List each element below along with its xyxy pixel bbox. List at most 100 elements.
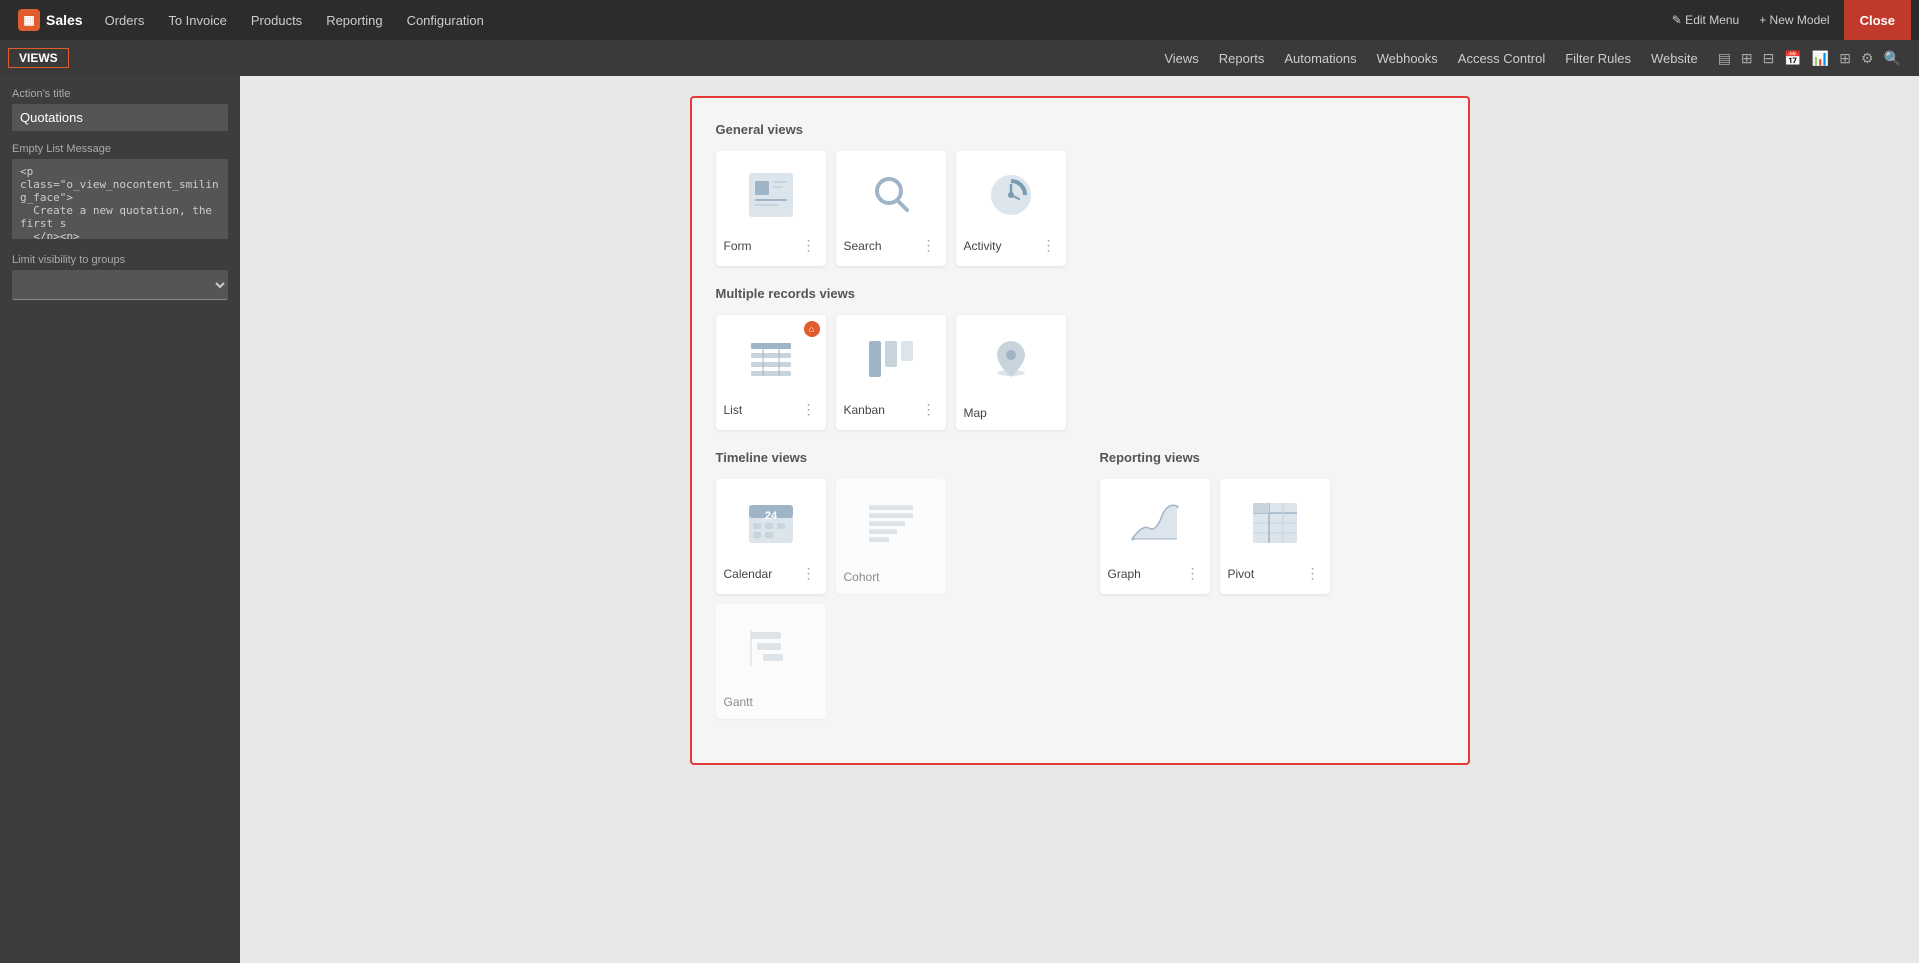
view-grid-icon[interactable]: ⊞ [1737, 46, 1757, 71]
chart-icon[interactable]: 📊 [1808, 46, 1833, 71]
view-card-kanban[interactable]: Kanban ⋮ [836, 315, 946, 430]
new-model-button[interactable]: + New Model [1749, 0, 1839, 40]
general-views-grid: Form ⋮ Search ⋮ [716, 151, 1444, 266]
timeline-views-title: Timeline views [716, 450, 1060, 465]
top-bar-right: ✎ Edit Menu + New Model Close [1662, 0, 1911, 40]
table-icon[interactable]: ⊞ [1835, 46, 1855, 71]
view-list-icon[interactable]: ▤ [1714, 46, 1735, 71]
limit-label: Limit visibility to groups [12, 254, 228, 266]
reporting-views-grid: Graph ⋮ [1100, 479, 1444, 594]
action-title-label: Action's title [12, 88, 228, 100]
multiple-records-title: Multiple records views [716, 286, 1444, 301]
gantt-view-icon [741, 618, 801, 678]
calendar-menu-icon[interactable]: ⋮ [800, 563, 818, 584]
nav-products[interactable]: Products [239, 0, 314, 40]
view-card-graph[interactable]: Graph ⋮ [1100, 479, 1210, 594]
view-tree-icon[interactable]: ⊟ [1759, 46, 1779, 71]
general-views-title: General views [716, 122, 1444, 137]
form-menu-icon[interactable]: ⋮ [800, 235, 818, 256]
home-badge: ⌂ [804, 321, 820, 337]
view-card-pivot[interactable]: Pivot ⋮ [1220, 479, 1330, 594]
search-card-footer: Search ⋮ [844, 235, 938, 256]
list-menu-icon[interactable]: ⋮ [800, 399, 818, 420]
nav-to-invoice[interactable]: To Invoice [156, 0, 239, 40]
view-card-search[interactable]: Search ⋮ [836, 151, 946, 266]
sub-nav-icons: ▤ ⊞ ⊟ 📅 📊 ⊞ ⚙ 🔍 [1708, 46, 1911, 71]
subnav-webhooks[interactable]: Webhooks [1367, 40, 1448, 76]
kanban-menu-icon[interactable]: ⋮ [920, 399, 938, 420]
kanban-label: Kanban [844, 403, 885, 417]
settings-icon[interactable]: ⚙ [1857, 46, 1878, 71]
svg-text:24: 24 [764, 510, 777, 522]
subnav-reports[interactable]: Reports [1209, 40, 1275, 76]
pivot-card-footer: Pivot ⋮ [1228, 563, 1322, 584]
empty-list-textarea[interactable]: <p class="o_view_nocontent_smiling_face"… [12, 159, 228, 239]
kanban-card-footer: Kanban ⋮ [844, 399, 938, 420]
map-view-icon [981, 329, 1041, 389]
cohort-card-footer: Cohort [844, 570, 938, 584]
pivot-menu-icon[interactable]: ⋮ [1304, 563, 1322, 584]
pivot-label: Pivot [1228, 567, 1255, 581]
views-badge[interactable]: VIEWS [8, 48, 69, 68]
view-card-map[interactable]: Map [956, 315, 1066, 430]
edit-menu-button[interactable]: ✎ Edit Menu [1662, 0, 1749, 40]
subnav-views[interactable]: Views [1154, 40, 1208, 76]
graph-view-icon [1125, 493, 1185, 553]
list-label: List [724, 403, 743, 417]
view-card-activity[interactable]: Activity ⋮ [956, 151, 1066, 266]
top-bar: ▦ Sales Orders To Invoice Products Repor… [0, 0, 1919, 40]
search-menu-icon[interactable]: ⋮ [920, 235, 938, 256]
kanban-view-icon [861, 329, 921, 389]
calendar-card-footer: Calendar ⋮ [724, 563, 818, 584]
list-view-icon [741, 329, 801, 389]
subnav-website[interactable]: Website [1641, 40, 1708, 76]
subnav-filter-rules[interactable]: Filter Rules [1555, 40, 1641, 76]
search-label: Search [844, 239, 882, 253]
activity-card-footer: Activity ⋮ [964, 235, 1058, 256]
sidebar: Action's title Empty List Message <p cla… [0, 76, 240, 963]
graph-card-footer: Graph ⋮ [1108, 563, 1202, 584]
nav-orders[interactable]: Orders [93, 0, 157, 40]
app-name: Sales [46, 12, 83, 28]
action-title-input[interactable] [12, 104, 228, 131]
cohort-view-icon [861, 493, 921, 553]
activity-label: Activity [964, 239, 1002, 253]
limit-select[interactable] [12, 270, 228, 300]
graph-label: Graph [1108, 567, 1141, 581]
form-view-icon [741, 165, 801, 225]
form-card-footer: Form ⋮ [724, 235, 818, 256]
calendar-label: Calendar [724, 567, 773, 581]
cohort-label: Cohort [844, 570, 880, 584]
list-card-footer: List ⋮ [724, 399, 818, 420]
search-icon[interactable]: 🔍 [1880, 46, 1905, 71]
nav-configuration[interactable]: Configuration [395, 0, 496, 40]
map-card-footer: Map [964, 406, 1058, 420]
view-card-form[interactable]: Form ⋮ [716, 151, 826, 266]
reporting-views-title: Reporting views [1100, 450, 1444, 465]
multiple-views-grid: ⌂ List ⋮ [716, 315, 1444, 430]
logo-icon: ▦ [18, 9, 40, 31]
activity-view-icon [981, 165, 1041, 225]
pivot-view-icon [1245, 493, 1305, 553]
graph-menu-icon[interactable]: ⋮ [1184, 563, 1202, 584]
gantt-card-footer: Gantt [724, 695, 818, 709]
subnav-access-control[interactable]: Access Control [1448, 40, 1555, 76]
view-card-cohort: Cohort [836, 479, 946, 594]
timeline-views-grid: 24 Calendar ⋮ [716, 479, 1060, 719]
activity-menu-icon[interactable]: ⋮ [1040, 235, 1058, 256]
view-card-list[interactable]: ⌂ List ⋮ [716, 315, 826, 430]
subnav-automations[interactable]: Automations [1274, 40, 1366, 76]
view-card-gantt: Gantt [716, 604, 826, 719]
form-label: Form [724, 239, 752, 253]
sub-nav: VIEWS Views Reports Automations Webhooks… [0, 40, 1919, 76]
nav-reporting[interactable]: Reporting [314, 0, 394, 40]
close-button[interactable]: Close [1844, 0, 1911, 40]
calendar-icon[interactable]: 📅 [1780, 46, 1805, 71]
view-card-calendar[interactable]: 24 Calendar ⋮ [716, 479, 826, 594]
calendar-view-icon: 24 [741, 493, 801, 553]
content-area: General views [240, 76, 1919, 963]
sub-nav-right: Views Reports Automations Webhooks Acces… [1154, 40, 1911, 76]
app-logo[interactable]: ▦ Sales [8, 9, 93, 31]
map-label: Map [964, 406, 987, 420]
views-panel: General views [690, 96, 1470, 765]
